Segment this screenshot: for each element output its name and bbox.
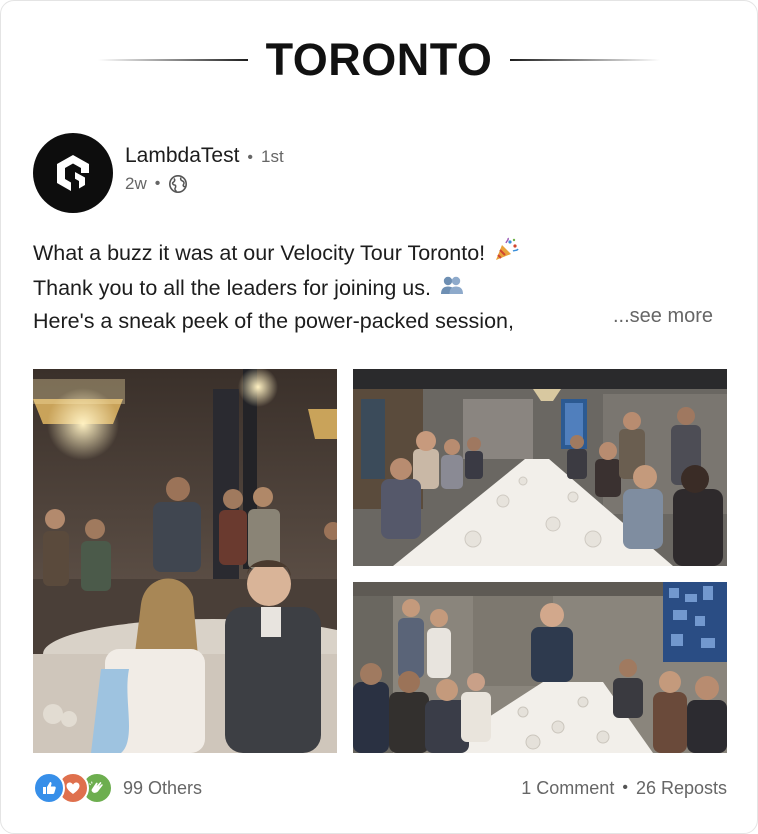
avatar[interactable] bbox=[33, 133, 113, 213]
globe-icon bbox=[169, 175, 188, 193]
author-meta: LambdaTest • 1st 2w • bbox=[125, 144, 284, 194]
header-divider-right bbox=[510, 59, 661, 61]
post-author: LambdaTest • 1st 2w • bbox=[33, 133, 284, 213]
post-footer: 99 Others 1 Comment • 26 Reposts bbox=[33, 771, 727, 805]
reaction-icons bbox=[33, 772, 113, 804]
event-photo-long-table[interactable] bbox=[353, 369, 727, 566]
post-line: Thank you to all the leaders for joining… bbox=[33, 272, 733, 305]
lambdatest-logo-icon bbox=[57, 155, 89, 191]
header-divider-left bbox=[97, 59, 248, 61]
city-header: TORONTO bbox=[1, 35, 757, 85]
connection-degree: 1st bbox=[261, 147, 284, 166]
like-icon bbox=[33, 772, 65, 804]
city-title: TORONTO bbox=[265, 34, 493, 85]
reactions-summary[interactable]: 99 Others bbox=[33, 772, 202, 804]
separator-dot: • bbox=[154, 175, 161, 192]
author-name[interactable]: LambdaTest bbox=[125, 144, 239, 168]
reposts-count[interactable]: 26 Reposts bbox=[636, 778, 727, 799]
comments-count[interactable]: 1 Comment bbox=[521, 778, 614, 799]
post-age: 2w bbox=[125, 174, 147, 193]
post-line: What a buzz it was at our Velocity Tour … bbox=[33, 237, 733, 272]
separator-dot: • bbox=[622, 779, 628, 796]
reactions-count: 99 Others bbox=[123, 777, 203, 798]
people-icon bbox=[439, 273, 465, 305]
post-stats: 1 Comment • 26 Reposts bbox=[521, 778, 727, 799]
separator-dot: • bbox=[247, 149, 254, 166]
see-more-link[interactable]: ...see more bbox=[613, 305, 713, 328]
linkedin-post-card: TORONTO LambdaTest • 1st 2w • What a buz… bbox=[0, 0, 758, 834]
event-photo-speaker-at-table[interactable] bbox=[353, 582, 727, 753]
event-photo-guests-mingling[interactable] bbox=[33, 369, 337, 753]
party-popper-icon bbox=[493, 237, 519, 272]
